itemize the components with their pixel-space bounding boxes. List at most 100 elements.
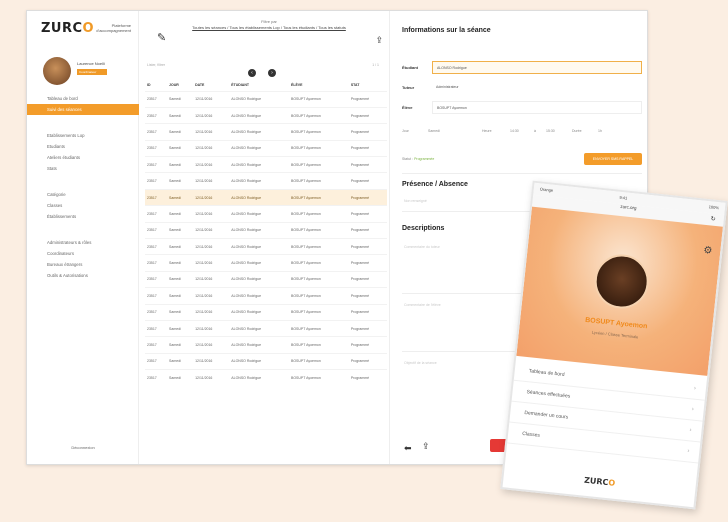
table-row[interactable]: 23517 Samedi 12/11/2016 ALONSO Rodrigue BOSU…: [145, 369, 387, 387]
table-row[interactable]: 23517 Samedi 12/11/2016 ALONSO Rodrigue BOSU…: [145, 319, 387, 337]
calendar-export-icon[interactable]: ⇪: [422, 441, 430, 452]
table-cell: 23517: [145, 106, 168, 124]
reload-icon[interactable]: ↻: [710, 215, 716, 222]
table-cell: ALONSO Rodrigue: [229, 303, 289, 321]
table-cell: Programmé: [348, 352, 387, 370]
pupil-label: Élève: [402, 105, 413, 110]
table-row[interactable]: 23517 Samedi 12/11/2016 ALONSO Rodrigue BOSU…: [145, 188, 387, 206]
table-row[interactable]: 23517 Samedi 12/11/2016 ALONSO Rodrigue BOSU…: [145, 238, 387, 255]
table-cell: ALONSO Rodrigue: [229, 319, 289, 337]
day-field[interactable]: Samedi: [428, 129, 440, 133]
sidebar-item[interactable]: Catégorie: [27, 189, 139, 200]
pencil-icon[interactable]: ✎: [157, 31, 166, 44]
sidebar-item[interactable]: Etudiants: [27, 141, 139, 152]
table-row[interactable]: 23517 Samedi 12/11/2016 ALONSO Rodrigue BOSU…: [145, 123, 387, 141]
column-header[interactable]: JOUR: [167, 79, 193, 91]
sidebar-item[interactable]: Tableau de bord: [27, 93, 139, 104]
table-cell: Programmé: [348, 205, 387, 223]
table-cell: ALONSO Rodrigue: [229, 172, 289, 190]
table-cell: Programmé: [348, 90, 387, 108]
sidebar-item[interactable]: Outils & Autorisations: [27, 270, 139, 281]
presence-field[interactable]: Non renseigné: [404, 199, 427, 203]
table-cell: Samedi: [167, 123, 194, 141]
table-row[interactable]: 23517 Samedi 12/11/2016 ALONSO Rodrigue BOSU…: [145, 221, 387, 239]
column-header[interactable]: STAT: [349, 79, 387, 91]
table-row[interactable]: 23517 Samedi 12/11/2016 ALONSO Rodrigue BOSU…: [145, 303, 387, 321]
table-cell: Samedi: [167, 172, 194, 190]
search-input[interactable]: Lister, filtrer: [147, 63, 165, 67]
panel-title: Informations sur la séance: [402, 27, 491, 34]
sidebar-item[interactable]: Etablissements Lop: [27, 130, 139, 141]
sidebar-item[interactable]: Administrateurs & rôles: [27, 237, 139, 248]
table-row[interactable]: 23517 Samedi 12/11/2016 ALONSO Rodrigue BOSU…: [145, 254, 387, 272]
send-reminder-button[interactable]: ENVOYER SMS RAPPEL: [584, 153, 642, 165]
table-cell: Programmé: [348, 123, 387, 141]
tutor-comment-field[interactable]: Commentaire du tuteur: [404, 245, 440, 249]
table-body: 23517 Samedi 12/11/2016 ALONSO Rodrigue BOSU…: [145, 90, 387, 387]
table-cell: Samedi: [167, 90, 194, 108]
user-name: Laurence Noelli: [77, 61, 105, 66]
sidebar: ZURCO Plateforme d'accompagnement Lauren…: [27, 11, 139, 464]
table-row[interactable]: 23517 Samedi 12/11/2016 ALONSO Rodrigue BOSU…: [145, 205, 387, 223]
table-cell: Programmé: [348, 319, 387, 337]
table-cell: ALONSO Rodrigue: [229, 369, 289, 387]
sidebar-item[interactable]: Ateliers étudiants: [27, 152, 139, 163]
table-cell: 23517: [145, 123, 168, 141]
filter-bar: Filtre par Toutes les séances / Tous les…: [179, 19, 359, 30]
table-row[interactable]: 23517 Samedi 12/11/2016 ALONSO Rodrigue BOSU…: [145, 336, 387, 354]
table-cell: 23517: [145, 156, 168, 173]
table-cell: BOSUPT Ayoemon: [288, 221, 349, 239]
table-row[interactable]: 23517 Samedi 12/11/2016 ALONSO Rodrigue BOSU…: [145, 156, 387, 173]
table-cell: Programmé: [348, 106, 387, 124]
mobile-brand-accent: O: [607, 478, 616, 488]
table-row[interactable]: 23517 Samedi 12/11/2016 ALONSO Rodrigue BOSU…: [145, 106, 387, 124]
filter-links[interactable]: Toutes les séances / Tous les établissem…: [179, 25, 359, 31]
table-cell: 12/11/2016: [193, 205, 230, 223]
table-cell: 23517: [145, 90, 168, 108]
table-cell: 23517: [145, 254, 168, 272]
back-arrow-icon[interactable]: ⬅: [404, 443, 412, 454]
end-time-field[interactable]: 15:30: [546, 129, 555, 133]
table-cell: 12/11/2016: [193, 336, 230, 354]
table-row[interactable]: 23517 Samedi 12/11/2016 ALONSO Rodrigue BOSU…: [145, 139, 387, 157]
student-field[interactable]: ALONSO Rodrigue: [432, 61, 642, 74]
table-row[interactable]: 23517 Samedi 12/11/2016 ALONSO Rodrigue BOSU…: [145, 352, 387, 370]
table-row[interactable]: 23517 Samedi 12/11/2016 ALONSO Rodrigue BOSU…: [145, 287, 387, 305]
export-icon[interactable]: ⇪: [375, 35, 383, 46]
tutor-field[interactable]: Administrateur: [432, 81, 642, 94]
sidebar-item[interactable]: Coordinateurs: [27, 248, 139, 259]
column-header[interactable]: ÉTUDIANT: [229, 79, 289, 91]
avatar[interactable]: [43, 57, 71, 85]
sidebar-item[interactable]: Bureaux étrangers: [27, 259, 139, 270]
logout-link[interactable]: Déconnexion: [27, 445, 139, 450]
table-cell: Samedi: [167, 270, 194, 288]
duration-field[interactable]: 1h: [598, 129, 602, 133]
column-header[interactable]: ÉLÈVE: [289, 79, 349, 91]
table-cell: ALONSO Rodrigue: [229, 254, 289, 272]
table-cell: BOSUPT Ayoemon: [288, 352, 349, 370]
sidebar-item[interactable]: Stats: [27, 163, 139, 174]
table-row[interactable]: 23517 Samedi 12/11/2016 ALONSO Rodrigue BOSU…: [145, 270, 387, 288]
mobile-menu-label: Classes: [521, 430, 541, 439]
start-time-field[interactable]: 14:30: [510, 129, 519, 133]
sidebar-item[interactable]: Établissements: [27, 211, 139, 222]
pupil-comment-field[interactable]: Commentaire de l'élève: [404, 303, 441, 307]
objective-field[interactable]: Objectif de la séance: [404, 361, 437, 365]
table-row[interactable]: 23517 Samedi 12/11/2016 ALONSO Rodrigue BOSU…: [145, 90, 387, 108]
sidebar-item[interactable]: Suivi des séances: [27, 104, 139, 115]
gear-icon[interactable]: ⚙: [703, 245, 713, 257]
table-cell: ALONSO Rodrigue: [229, 270, 289, 288]
column-header[interactable]: ID: [145, 79, 167, 91]
table-cell: 12/11/2016: [193, 90, 230, 108]
column-header[interactable]: DATE: [193, 79, 229, 91]
pupil-field[interactable]: BOSUPT Ayoemon: [432, 101, 642, 114]
battery-label: 100%: [708, 204, 720, 211]
nav-spacer: [27, 222, 139, 237]
table-cell: Samedi: [167, 254, 194, 272]
table-cell: 23517: [145, 319, 168, 337]
mobile-menu-label: Demander un cours: [524, 410, 569, 421]
pager-prev-button[interactable]: ‹: [248, 69, 256, 77]
table-row[interactable]: 23517 Samedi 12/11/2016 ALONSO Rodrigue BOSU…: [145, 172, 387, 190]
pager-next-button[interactable]: ›: [268, 69, 276, 77]
sidebar-item[interactable]: Classes: [27, 200, 139, 211]
